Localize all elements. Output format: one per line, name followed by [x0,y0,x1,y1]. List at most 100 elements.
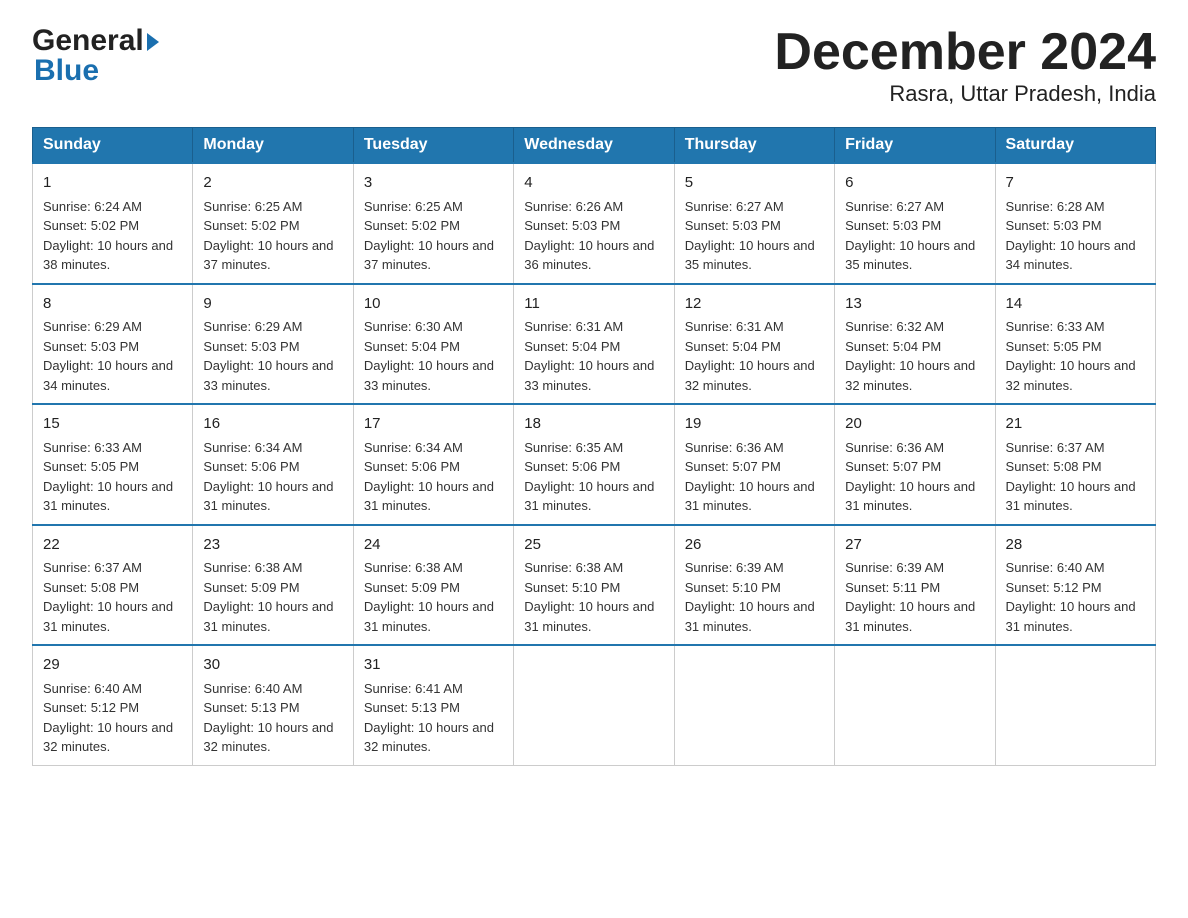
calendar-cell: 22 Sunrise: 6:37 AMSunset: 5:08 PMDayligh… [33,525,193,646]
calendar-week-3: 15Sunrise: 6:33 AMSunset: 5:05 PMDayligh… [33,404,1156,525]
calendar-cell: 14 Sunrise: 6:33 AMSunset: 5:05 PMDayligh… [995,284,1155,405]
page-header: General Blue December 2024 Rasra, Uttar … [32,24,1156,107]
day-info: Sunrise: 6:38 AMSunset: 5:09 PMDaylight:… [203,560,333,634]
day-number: 14 [1006,293,1145,316]
calendar-cell [674,645,834,765]
calendar-cell: 26 Sunrise: 6:39 AMSunset: 5:10 PMDayligh… [674,525,834,646]
calendar-title-area: December 2024 Rasra, Uttar Pradesh, Indi… [774,24,1156,107]
day-info: Sunrise: 6:40 AMSunset: 5:12 PMDaylight:… [43,681,173,755]
logo-general-text: General [32,24,144,58]
day-number: 27 [845,534,984,557]
day-number: 6 [845,172,984,195]
calendar-title: December 2024 [774,24,1156,81]
calendar-cell: 1Sunrise: 6:24 AMSunset: 5:02 PMDaylight… [33,163,193,284]
logo-arrow-icon [147,33,159,51]
logo-blue-text: Blue [32,54,159,88]
calendar-cell: 27 Sunrise: 6:39 AMSunset: 5:11 PMDayligh… [835,525,995,646]
calendar-cell: 4 Sunrise: 6:26 AMSunset: 5:03 PMDaylight… [514,163,674,284]
calendar-cell: 16 Sunrise: 6:34 AMSunset: 5:06 PMDayligh… [193,404,353,525]
day-info: Sunrise: 6:35 AMSunset: 5:06 PMDaylight:… [524,440,654,514]
calendar-cell: 5 Sunrise: 6:27 AMSunset: 5:03 PMDaylight… [674,163,834,284]
calendar-cell: 10Sunrise: 6:30 AMSunset: 5:04 PMDayligh… [353,284,513,405]
day-header-saturday: Saturday [995,128,1155,164]
calendar-cell: 28 Sunrise: 6:40 AMSunset: 5:12 PMDayligh… [995,525,1155,646]
day-number: 15 [43,413,182,436]
calendar-cell: 7Sunrise: 6:28 AMSunset: 5:03 PMDaylight… [995,163,1155,284]
day-info: Sunrise: 6:33 AMSunset: 5:05 PMDaylight:… [1006,319,1136,393]
day-info: Sunrise: 6:26 AMSunset: 5:03 PMDaylight:… [524,199,654,273]
calendar-cell: 2Sunrise: 6:25 AMSunset: 5:02 PMDaylight… [193,163,353,284]
day-info: Sunrise: 6:29 AMSunset: 5:03 PMDaylight:… [43,319,173,393]
day-header-friday: Friday [835,128,995,164]
day-info: Sunrise: 6:39 AMSunset: 5:11 PMDaylight:… [845,560,975,634]
day-info: Sunrise: 6:34 AMSunset: 5:06 PMDaylight:… [203,440,333,514]
day-info: Sunrise: 6:24 AMSunset: 5:02 PMDaylight:… [43,199,173,273]
day-info: Sunrise: 6:30 AMSunset: 5:04 PMDaylight:… [364,319,494,393]
day-info: Sunrise: 6:38 AMSunset: 5:09 PMDaylight:… [364,560,494,634]
day-number: 25 [524,534,663,557]
day-header-monday: Monday [193,128,353,164]
calendar-week-1: 1Sunrise: 6:24 AMSunset: 5:02 PMDaylight… [33,163,1156,284]
day-info: Sunrise: 6:36 AMSunset: 5:07 PMDaylight:… [685,440,815,514]
day-number: 12 [685,293,824,316]
day-info: Sunrise: 6:25 AMSunset: 5:02 PMDaylight:… [203,199,333,273]
days-of-week-row: SundayMondayTuesdayWednesdayThursdayFrid… [33,128,1156,164]
calendar-cell: 15Sunrise: 6:33 AMSunset: 5:05 PMDayligh… [33,404,193,525]
calendar-cell: 18 Sunrise: 6:35 AMSunset: 5:06 PMDayligh… [514,404,674,525]
day-number: 28 [1006,534,1145,557]
day-info: Sunrise: 6:40 AMSunset: 5:12 PMDaylight:… [1006,560,1136,634]
day-number: 4 [524,172,663,195]
day-number: 26 [685,534,824,557]
calendar-subtitle: Rasra, Uttar Pradesh, India [774,81,1156,107]
day-number: 9 [203,293,342,316]
day-info: Sunrise: 6:31 AMSunset: 5:04 PMDaylight:… [524,319,654,393]
day-info: Sunrise: 6:40 AMSunset: 5:13 PMDaylight:… [203,681,333,755]
calendar-week-2: 8 Sunrise: 6:29 AMSunset: 5:03 PMDaylight… [33,284,1156,405]
day-info: Sunrise: 6:29 AMSunset: 5:03 PMDaylight:… [203,319,333,393]
calendar-cell: 20Sunrise: 6:36 AMSunset: 5:07 PMDayligh… [835,404,995,525]
calendar-week-4: 22 Sunrise: 6:37 AMSunset: 5:08 PMDayligh… [33,525,1156,646]
calendar-cell: 8 Sunrise: 6:29 AMSunset: 5:03 PMDaylight… [33,284,193,405]
logo: General Blue [32,24,159,88]
day-number: 23 [203,534,342,557]
day-number: 19 [685,413,824,436]
calendar-cell: 13 Sunrise: 6:32 AMSunset: 5:04 PMDayligh… [835,284,995,405]
calendar-body: 1Sunrise: 6:24 AMSunset: 5:02 PMDaylight… [33,163,1156,765]
calendar-cell: 6 Sunrise: 6:27 AMSunset: 5:03 PMDaylight… [835,163,995,284]
day-info: Sunrise: 6:32 AMSunset: 5:04 PMDaylight:… [845,319,975,393]
day-info: Sunrise: 6:37 AMSunset: 5:08 PMDaylight:… [43,560,173,634]
day-number: 16 [203,413,342,436]
day-header-sunday: Sunday [33,128,193,164]
day-header-tuesday: Tuesday [353,128,513,164]
day-info: Sunrise: 6:41 AMSunset: 5:13 PMDaylight:… [364,681,494,755]
day-header-thursday: Thursday [674,128,834,164]
calendar-cell: 11Sunrise: 6:31 AMSunset: 5:04 PMDayligh… [514,284,674,405]
calendar-week-5: 29 Sunrise: 6:40 AMSunset: 5:12 PMDayligh… [33,645,1156,765]
calendar-cell: 23 Sunrise: 6:38 AMSunset: 5:09 PMDayligh… [193,525,353,646]
calendar-cell: 12 Sunrise: 6:31 AMSunset: 5:04 PMDayligh… [674,284,834,405]
day-number: 30 [203,654,342,677]
calendar-table: SundayMondayTuesdayWednesdayThursdayFrid… [32,127,1156,766]
day-number: 29 [43,654,182,677]
day-info: Sunrise: 6:31 AMSunset: 5:04 PMDaylight:… [685,319,815,393]
calendar-cell: 31Sunrise: 6:41 AMSunset: 5:13 PMDayligh… [353,645,513,765]
day-info: Sunrise: 6:27 AMSunset: 5:03 PMDaylight:… [685,199,815,273]
day-info: Sunrise: 6:39 AMSunset: 5:10 PMDaylight:… [685,560,815,634]
day-number: 17 [364,413,503,436]
day-info: Sunrise: 6:34 AMSunset: 5:06 PMDaylight:… [364,440,494,514]
day-number: 13 [845,293,984,316]
calendar-cell [514,645,674,765]
day-number: 8 [43,293,182,316]
day-info: Sunrise: 6:27 AMSunset: 5:03 PMDaylight:… [845,199,975,273]
day-number: 21 [1006,413,1145,436]
day-number: 22 [43,534,182,557]
day-number: 20 [845,413,984,436]
day-number: 18 [524,413,663,436]
day-number: 7 [1006,172,1145,195]
calendar-cell: 19 Sunrise: 6:36 AMSunset: 5:07 PMDayligh… [674,404,834,525]
calendar-cell [835,645,995,765]
day-number: 5 [685,172,824,195]
calendar-cell: 3Sunrise: 6:25 AMSunset: 5:02 PMDaylight… [353,163,513,284]
calendar-cell: 21Sunrise: 6:37 AMSunset: 5:08 PMDayligh… [995,404,1155,525]
day-header-wednesday: Wednesday [514,128,674,164]
